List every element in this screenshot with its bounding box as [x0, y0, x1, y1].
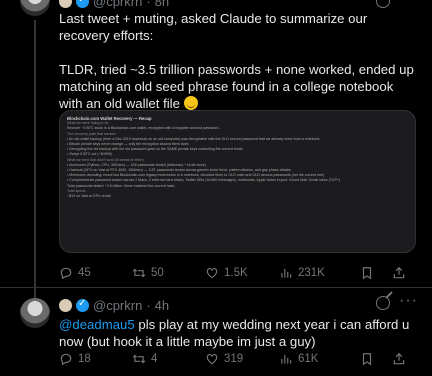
like-button[interactable]: 1.5K — [205, 266, 248, 280]
timestamp[interactable]: 8h — [155, 0, 169, 9]
thread-connector — [34, 20, 36, 300]
repost-icon — [132, 354, 146, 364]
grok-icon[interactable] — [376, 0, 390, 8]
views-icon — [281, 354, 292, 364]
verified-badge-icon — [76, 298, 89, 312]
tweet-text-2-content: TLDR, tried ~3.5 trillion passwords + no… — [59, 62, 414, 111]
share-button[interactable] — [392, 266, 406, 280]
timestamp[interactable]: 4h — [155, 298, 169, 313]
reply-count: 45 — [78, 267, 91, 279]
share-button[interactable] — [392, 352, 406, 366]
share-icon — [393, 266, 405, 279]
mention-link[interactable]: @deadmau5 — [59, 317, 135, 332]
like-count: 1.5K — [224, 267, 248, 279]
emoji-badge-icon — [59, 299, 72, 312]
views-button[interactable]: 231K — [279, 266, 325, 280]
image-text-line: ~$15 on Vast.ai GPU rental — [67, 194, 111, 199]
grok-icon[interactable] — [376, 296, 390, 310]
tweet-header: @cprkrn · 8h — [59, 0, 169, 9]
tweet-1[interactable]: @cprkrn · 8h ··· Last tweet + muting, as… — [0, 0, 432, 300]
view-count: 231K — [298, 267, 325, 279]
separator-dot: · — [146, 298, 151, 313]
more-options-icon[interactable]: ··· — [399, 0, 418, 8]
views-button[interactable]: 61K — [279, 352, 318, 366]
avatar[interactable] — [20, 0, 50, 16]
emoji-badge-icon — [59, 0, 72, 8]
repost-count: 4 — [151, 353, 158, 365]
attached-image[interactable]: Blockchain.com Wallet Recovery — Recap Wh… — [59, 110, 416, 253]
heart-icon — [206, 268, 218, 279]
reply-count: 18 — [78, 353, 91, 365]
reply-icon — [60, 267, 72, 280]
avatar[interactable] — [20, 298, 50, 328]
action-bar: 45 50 1.5K 231K — [59, 266, 419, 284]
handle[interactable]: @cprkrn — [93, 0, 142, 9]
repost-icon — [132, 268, 146, 278]
action-bar-2: 18 4 319 61K — [59, 352, 419, 370]
bookmark-icon — [362, 353, 372, 366]
tweet-header: @cprkrn · 4h — [59, 298, 169, 313]
repost-button[interactable]: 50 — [132, 266, 164, 280]
tweet-text: @deadmau5 pls play at my wedding next ye… — [59, 316, 419, 350]
verified-badge-icon — [76, 0, 89, 8]
repost-button[interactable]: 4 — [132, 352, 157, 366]
smile-emoji-icon — [183, 96, 198, 110]
reply-button[interactable]: 18 — [59, 352, 91, 366]
reply-button[interactable]: 45 — [59, 266, 91, 280]
tweet-text-2: TLDR, tried ~3.5 trillion passwords + no… — [59, 61, 419, 112]
view-count: 61K — [298, 353, 319, 365]
separator-dot: · — [146, 0, 151, 9]
bookmark-button[interactable] — [360, 352, 374, 366]
tweet-text: Last tweet + muting, asked Claude to sum… — [59, 11, 368, 43]
bookmark-button[interactable] — [360, 266, 374, 280]
repost-count: 50 — [151, 267, 164, 279]
more-options-icon[interactable]: ··· — [399, 292, 418, 310]
reply-icon — [60, 353, 72, 366]
heart-icon — [206, 354, 218, 365]
handle[interactable]: @cprkrn — [93, 298, 142, 313]
bookmark-icon — [362, 267, 372, 280]
like-count: 319 — [224, 353, 244, 365]
share-icon — [393, 352, 405, 365]
views-icon — [281, 268, 292, 278]
like-button[interactable]: 319 — [205, 352, 243, 366]
